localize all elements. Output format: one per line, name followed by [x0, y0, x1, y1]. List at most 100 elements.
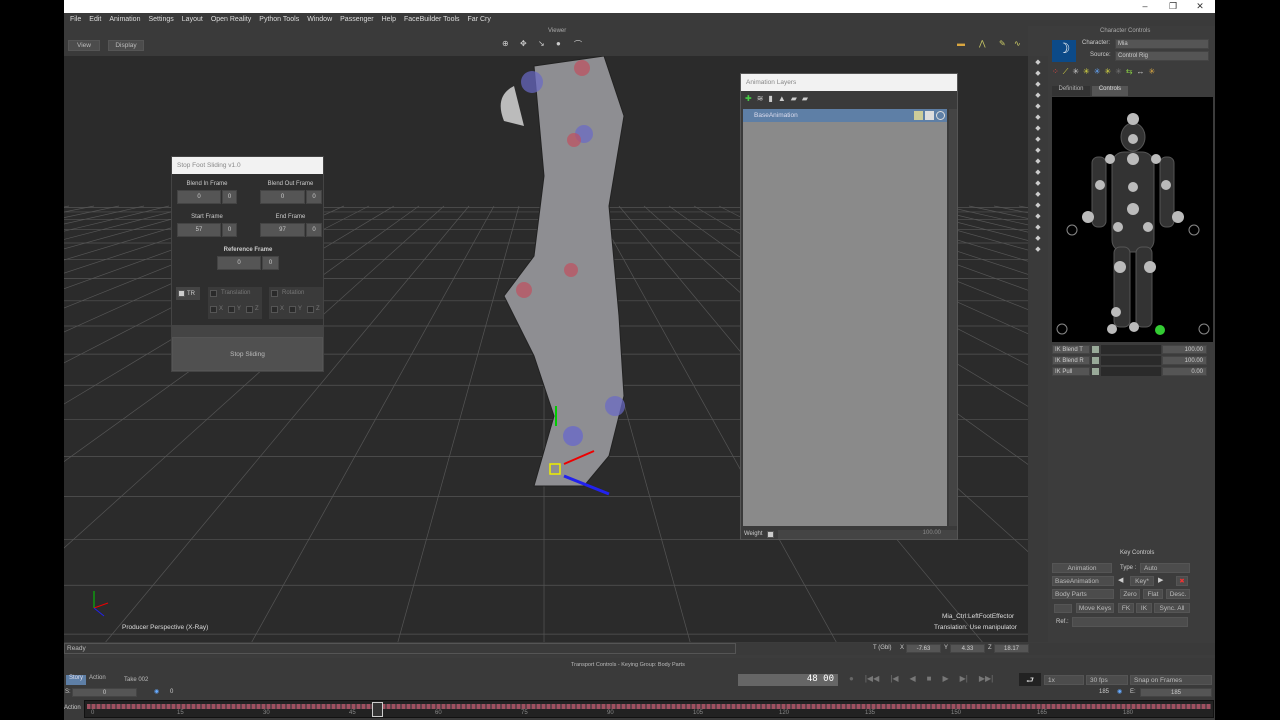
x-value[interactable]: -7.63 [906, 644, 941, 653]
zero-button[interactable]: Zero [1120, 589, 1140, 599]
close-button[interactable]: ✕ [1193, 1, 1207, 12]
take-select[interactable]: Take 002 [124, 677, 148, 683]
ik-value[interactable]: 0.00 [1162, 367, 1207, 376]
menu-edit[interactable]: Edit [89, 16, 101, 23]
hierarchy-tool-icon[interactable]: ◆ [1035, 102, 1040, 110]
start-frame-field[interactable]: 57 [177, 223, 221, 237]
tr-checkbox[interactable]: TR [176, 287, 200, 300]
end-frame-field[interactable]: 97 [260, 223, 305, 237]
character-figure-view[interactable] [1052, 97, 1213, 342]
ik-slider[interactable] [1101, 367, 1161, 376]
translation-x-checkbox[interactable] [210, 306, 217, 313]
ik-slider[interactable] [1101, 345, 1161, 354]
curve-icon[interactable]: ∿ [1014, 39, 1021, 48]
menu-animation[interactable]: Animation [109, 16, 140, 23]
key-button[interactable]: Key* [1130, 576, 1154, 586]
pin-icon[interactable]: ⟋ [1063, 67, 1069, 77]
box-tool-icon[interactable]: ◆ [1035, 157, 1040, 165]
display-menu-button[interactable]: Display [108, 40, 144, 51]
prev-key-icon[interactable]: ◀ [1118, 576, 1123, 584]
merge-icon[interactable]: ▲ [778, 94, 786, 103]
view-menu-button[interactable]: View [68, 40, 100, 51]
ik-slider[interactable] [1101, 356, 1161, 365]
next-key-icon[interactable]: ▶| [960, 674, 968, 683]
menu-window[interactable]: Window [307, 16, 332, 23]
select-tool-icon[interactable]: ◆ [1035, 58, 1040, 66]
prev-key-icon[interactable]: |◀ [890, 674, 898, 683]
delete-key-icon[interactable]: ✖ [1176, 576, 1188, 586]
menu-passenger[interactable]: Passenger [340, 16, 373, 23]
menu-help[interactable]: Help [382, 16, 396, 23]
solo-icon[interactable] [925, 111, 934, 120]
folder-icon[interactable]: ▰ [791, 94, 797, 103]
menu-file[interactable]: File [70, 16, 81, 23]
reference-frame-spinner[interactable]: 0 [262, 256, 279, 270]
goto-end-icon[interactable]: ▶▶| [979, 674, 993, 683]
pencil-icon[interactable]: ✎ [999, 39, 1006, 48]
start-field[interactable]: 0 [72, 688, 137, 697]
y-value[interactable]: 4.33 [950, 644, 985, 653]
pan-tool-icon[interactable]: ◆ [1035, 113, 1040, 121]
blend-in-field[interactable]: 0 [177, 190, 221, 204]
move-keys-button[interactable]: Move Keys [1076, 603, 1114, 613]
menu-far-cry[interactable]: Far Cry [468, 16, 491, 23]
ik-value[interactable]: 100.00 [1162, 345, 1207, 354]
add-layer-icon[interactable]: ✚ [745, 94, 752, 103]
zero-mode-button[interactable] [1054, 604, 1072, 613]
copy-icon[interactable]: ⇆ [1126, 67, 1133, 77]
maximize-button[interactable]: ❐ [1166, 1, 1180, 12]
stop-sliding-button[interactable]: Stop Sliding [172, 337, 323, 371]
layers-scrollbar[interactable] [949, 109, 957, 526]
arc-icon[interactable]: ⌒ [574, 39, 582, 50]
ik-icon[interactable]: ✳ [1104, 67, 1111, 77]
minimize-button[interactable]: – [1138, 1, 1152, 11]
pose-icon[interactable]: ✳ [1149, 67, 1156, 77]
rotation-checkbox[interactable] [271, 290, 278, 297]
pan-icon[interactable]: ✥ [520, 39, 527, 48]
scale-tool-icon[interactable]: ◆ [1035, 91, 1040, 99]
play-icon[interactable]: ▶ [942, 674, 948, 683]
menu-python-tools[interactable]: Python Tools [259, 16, 299, 23]
stop-icon[interactable]: ■ [927, 674, 932, 683]
selection-icon[interactable]: ✳ [1094, 67, 1101, 77]
select-icon[interactable]: ● [556, 39, 561, 48]
record-icon[interactable]: ● [849, 674, 854, 683]
translation-checkbox[interactable] [210, 290, 217, 297]
current-frame-display[interactable]: 48 00 [738, 674, 838, 686]
rotation-z-checkbox[interactable] [307, 306, 314, 313]
zoom-icon[interactable]: ↘ [538, 39, 545, 48]
translation-z-checkbox[interactable] [246, 306, 253, 313]
tab-controls[interactable]: Controls [1092, 86, 1128, 96]
blend-in-spinner[interactable]: 0 [222, 190, 237, 204]
camera-tool-icon[interactable]: ◆ [1035, 124, 1040, 132]
character-logo-icon[interactable]: ☽ [1052, 40, 1076, 62]
character-select[interactable]: Mia [1115, 39, 1209, 49]
curve-tool-icon[interactable]: ◆ [1035, 179, 1040, 187]
translate-tool-icon[interactable]: ◆ [1035, 69, 1040, 77]
ik-value[interactable]: 100.00 [1162, 356, 1207, 365]
sun-tool-icon[interactable]: ◆ [1035, 234, 1040, 242]
handle-tool-icon[interactable]: ◆ [1035, 223, 1040, 231]
loop-icon[interactable]: ⮐ [1019, 673, 1041, 686]
fk-icon[interactable]: ✳ [1115, 67, 1122, 77]
start-frame-spinner[interactable]: 0 [222, 223, 237, 237]
weight-key-icon[interactable] [766, 530, 774, 538]
reset-icon[interactable]: ⁘ [1052, 67, 1059, 77]
blend-out-field[interactable]: 0 [260, 190, 305, 204]
sfs-title-bar[interactable]: Stop Foot Sliding v1.0 [172, 157, 323, 174]
flat-button[interactable]: Flat [1143, 589, 1163, 599]
delete-icon[interactable]: ▮ [768, 94, 772, 103]
rotation-y-checkbox[interactable] [289, 306, 296, 313]
type-select[interactable]: Auto [1140, 563, 1190, 573]
action-tab[interactable]: Action [87, 675, 119, 685]
speed-select[interactable]: 1x [1044, 675, 1084, 685]
blend-out-spinner[interactable]: 0 [306, 190, 322, 204]
weight-slider[interactable]: 100.00 [777, 529, 957, 539]
range-start-handle-icon[interactable]: ◉ [154, 688, 159, 695]
frame-tool-icon[interactable]: ◆ [1035, 245, 1040, 253]
orbit-icon[interactable]: ⊕ [502, 39, 509, 48]
layer-row-baseanimation[interactable]: BaseAnimation [743, 109, 947, 122]
lock-icon[interactable] [914, 111, 923, 120]
z-value[interactable]: 18.17 [994, 644, 1029, 653]
key-icon[interactable] [1092, 368, 1099, 375]
